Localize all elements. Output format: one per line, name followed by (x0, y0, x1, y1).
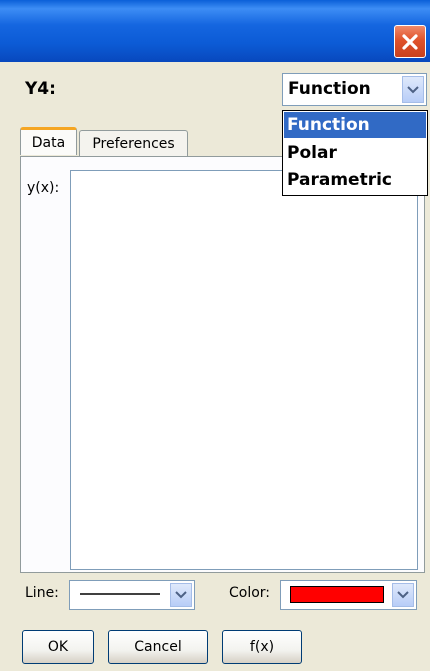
chevron-down-icon[interactable] (402, 76, 424, 103)
line-style-select[interactable] (69, 580, 195, 610)
plot-type-select[interactable]: Function (282, 73, 427, 106)
color-label: Color: (229, 585, 271, 601)
plot-type-value: Function (288, 79, 371, 99)
tab-preferences[interactable]: Preferences (79, 130, 188, 156)
dropdown-option-function[interactable]: Function (284, 112, 426, 138)
line-label: Line: (25, 585, 59, 601)
plot-type-dropdown: Function Polar Parametric (282, 110, 428, 196)
close-button[interactable] (394, 25, 426, 58)
color-select[interactable] (280, 580, 417, 610)
expression-input[interactable] (70, 170, 418, 570)
dropdown-option-parametric[interactable]: Parametric (284, 167, 426, 193)
color-swatch (290, 586, 384, 603)
title-bar (0, 0, 430, 62)
chevron-down-icon[interactable] (170, 583, 192, 607)
tab-data[interactable]: Data (20, 127, 77, 155)
function-button[interactable]: f(x) (222, 630, 302, 664)
cancel-button[interactable]: Cancel (108, 630, 208, 664)
expression-label: y(x): (27, 180, 60, 196)
dropdown-option-polar[interactable]: Polar (284, 140, 426, 166)
close-x-icon (402, 33, 418, 50)
chevron-down-icon[interactable] (392, 583, 414, 607)
series-label: Y4: (25, 79, 56, 99)
ok-button[interactable]: OK (22, 630, 94, 664)
line-style-preview (80, 593, 160, 595)
